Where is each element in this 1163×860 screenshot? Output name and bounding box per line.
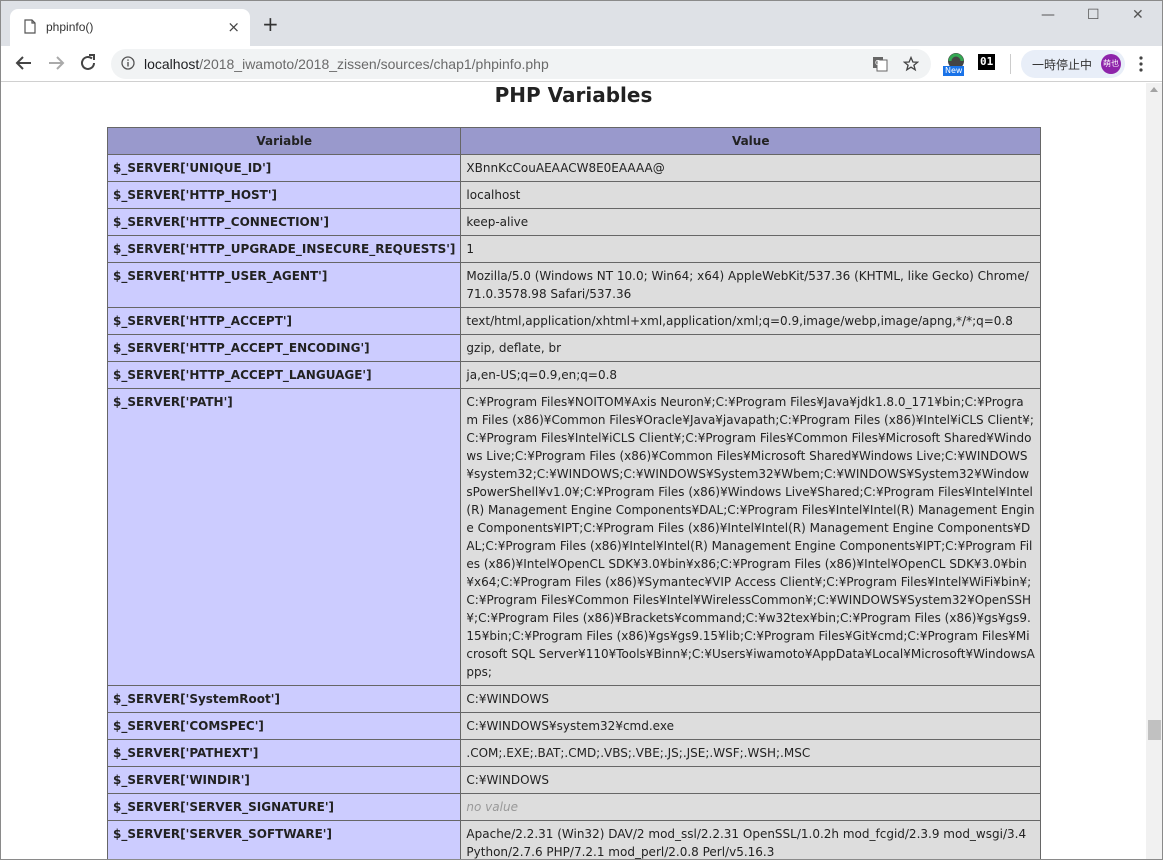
variable-name-cell: $_SERVER['UNIQUE_ID'] [106, 154, 462, 182]
close-window-button[interactable]: ✕ [1132, 7, 1144, 23]
column-header-value: Value [460, 127, 1041, 155]
table-row: $_SERVER['COMSPEC'] C:¥WINDOWS¥system32¥c… [106, 712, 1041, 740]
variable-name-cell: $_SERVER['HTTP_ACCEPT'] [106, 307, 462, 335]
browser-window: phpinfo() × + — ☐ ✕ localhost/2018_iwamo… [0, 0, 1163, 860]
address-bar[interactable]: localhost/2018_iwamoto/2018_zissen/sourc… [111, 49, 931, 79]
reload-icon[interactable] [77, 52, 99, 74]
variable-value-cell: C:¥WINDOWS [460, 766, 1041, 794]
tab-close-icon[interactable]: × [227, 18, 240, 36]
paused-label: 一時停止中 [1032, 58, 1093, 72]
extension-01-icon[interactable]: 01 [978, 54, 996, 70]
variable-value-cell: C:¥WINDOWS¥system32¥cmd.exe [460, 712, 1041, 740]
translate-icon[interactable]: G [872, 56, 888, 72]
svg-text:G: G [875, 59, 880, 67]
variable-value-cell: .COM;.EXE;.BAT;.CMD;.VBS;.VBE;.JS;.JSE;.… [460, 739, 1041, 767]
variable-name-cell: $_SERVER['HTTP_USER_AGENT'] [106, 262, 462, 308]
avatar: 萌也 [1101, 54, 1121, 74]
new-tab-button[interactable]: + [262, 13, 279, 35]
tab-phpinfo[interactable]: phpinfo() × [10, 9, 250, 46]
variable-value-cell: Mozilla/5.0 (Windows NT 10.0; Win64; x64… [460, 262, 1041, 308]
table-row: $_SERVER['HTTP_ACCEPT_LANGUAGE'] ja,en-US… [106, 361, 1041, 389]
page-icon [24, 19, 36, 34]
no-value-text: no value [466, 800, 518, 814]
table-row: $_SERVER['HTTP_ACCEPT_ENCODING'] gzip, de… [106, 334, 1041, 362]
table-row: $_SERVER['UNIQUE_ID'] XBnnKcCouAEAACW8E0E… [106, 154, 1041, 182]
table-row: $_SERVER['PATH'] C:¥Program Files¥NOITOM¥… [106, 388, 1041, 686]
variable-value-cell: ja,en-US;q=0.9,en;q=0.8 [460, 361, 1041, 389]
url-text[interactable]: localhost/2018_iwamoto/2018_zissen/sourc… [144, 56, 549, 72]
variable-value-cell: C:¥WINDOWS [460, 685, 1041, 713]
browser-toolbar: localhost/2018_iwamoto/2018_zissen/sourc… [1, 46, 1162, 82]
vertical-scrollbar[interactable] [1146, 83, 1162, 859]
variable-name-cell: $_SERVER['HTTP_ACCEPT_ENCODING'] [106, 334, 462, 362]
variable-name-cell: $_SERVER['SERVER_SIGNATURE'] [106, 793, 462, 821]
scroll-up-arrow-icon[interactable] [1150, 87, 1158, 92]
maximize-button[interactable]: ☐ [1087, 7, 1100, 23]
column-header-variable: Variable [106, 127, 462, 155]
variable-value-cell: keep-alive [460, 208, 1041, 236]
variable-name-cell: $_SERVER['HTTP_CONNECTION'] [106, 208, 462, 236]
variable-value-cell: 1 [460, 235, 1041, 263]
variable-value-cell: text/html,application/xhtml+xml,applicat… [460, 307, 1041, 335]
url-path: /2018_iwamoto/2018_zissen/sources/chap1/… [199, 56, 549, 72]
forward-icon[interactable] [45, 52, 67, 74]
new-badge: New [943, 66, 965, 76]
variable-name-cell: $_SERVER['HTTP_HOST'] [106, 181, 462, 209]
page-viewport: PHP Variables Variable Value $_SERVER['U… [1, 83, 1146, 859]
minimize-button[interactable]: — [1041, 7, 1055, 23]
table-row: $_SERVER['SystemRoot'] C:¥WINDOWS [106, 685, 1041, 713]
table-row: $_SERVER['SERVER_SIGNATURE'] no value [106, 793, 1041, 821]
toolbar-divider [1010, 54, 1011, 74]
variable-value-cell: XBnnKcCouAEAACW8E0EAAAA@ [460, 154, 1041, 182]
variable-value-cell: Apache/2.2.31 (Win32) DAV/2 mod_ssl/2.2.… [460, 820, 1041, 859]
variable-name-cell: $_SERVER['HTTP_ACCEPT_LANGUAGE'] [106, 361, 462, 389]
url-host: localhost [144, 56, 200, 72]
info-icon[interactable] [121, 56, 135, 70]
variable-name-cell: $_SERVER['SERVER_SOFTWARE'] [106, 820, 462, 859]
variable-name-cell: $_SERVER['WINDIR'] [106, 766, 462, 794]
profile-paused-chip[interactable]: 一時停止中 萌也 [1021, 50, 1125, 78]
variable-value-cell: localhost [460, 181, 1041, 209]
variable-name-cell: $_SERVER['HTTP_UPGRADE_INSECURE_REQUESTS… [106, 235, 462, 263]
table-row: $_SERVER['WINDIR'] C:¥WINDOWS [106, 766, 1041, 794]
tab-title: phpinfo() [46, 20, 94, 34]
table-body: $_SERVER['UNIQUE_ID'] XBnnKcCouAEAACW8E0E… [106, 154, 1041, 859]
table-row: $_SERVER['SERVER_SOFTWARE'] Apache/2.2.31… [106, 820, 1041, 859]
variable-value-cell: gzip, deflate, br [460, 334, 1041, 362]
table-header-row: Variable Value [106, 127, 1041, 155]
table-row: $_SERVER['PATHEXT'] .COM;.EXE;.BAT;.CMD;.… [106, 739, 1041, 767]
php-variables-table: Variable Value $_SERVER['UNIQUE_ID'] XBnn… [106, 127, 1041, 859]
variable-name-cell: $_SERVER['PATH'] [106, 388, 462, 686]
variable-value-cell: C:¥Program Files¥NOITOM¥Axis Neuron¥;C:¥… [460, 388, 1041, 686]
table-row: $_SERVER['HTTP_USER_AGENT'] Mozilla/5.0 (… [106, 262, 1041, 308]
star-icon[interactable] [903, 56, 919, 72]
page-title: PHP Variables [494, 83, 653, 107]
back-icon[interactable] [13, 52, 35, 74]
variable-name-cell: $_SERVER['SystemRoot'] [106, 685, 462, 713]
menu-icon[interactable] [1135, 54, 1147, 74]
table-row: $_SERVER['HTTP_UPGRADE_INSECURE_REQUESTS… [106, 235, 1041, 263]
scrollbar-thumb[interactable] [1148, 720, 1161, 740]
table-row: $_SERVER['HTTP_CONNECTION'] keep-alive [106, 208, 1041, 236]
table-row: $_SERVER['HTTP_HOST'] localhost [106, 181, 1041, 209]
variable-name-cell: $_SERVER['COMSPEC'] [106, 712, 462, 740]
table-row: $_SERVER['HTTP_ACCEPT'] text/html,applica… [106, 307, 1041, 335]
variable-name-cell: $_SERVER['PATHEXT'] [106, 739, 462, 767]
tab-strip: phpinfo() × + — ☐ ✕ [1, 1, 1162, 46]
variable-value-cell: no value [460, 793, 1041, 821]
